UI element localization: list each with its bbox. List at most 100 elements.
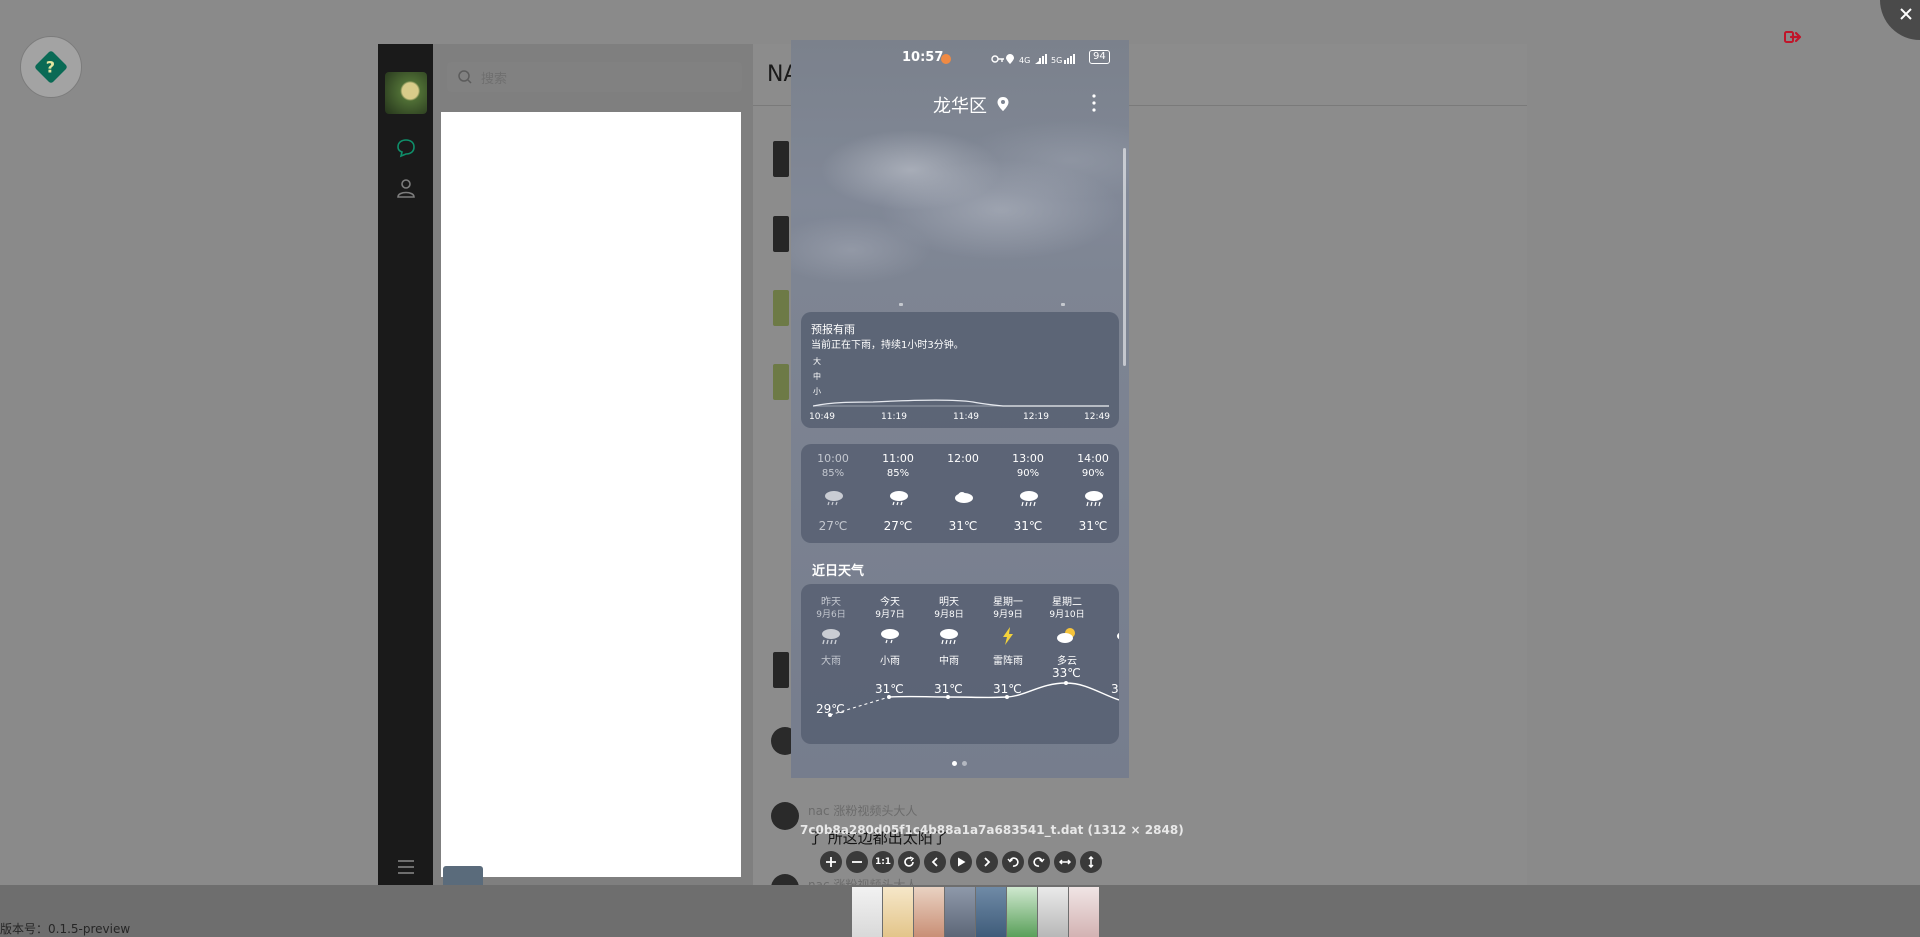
hour-temperature: 27℃: [818, 519, 848, 533]
rain-time-label: 10:49: [809, 412, 835, 422]
day-condition: 大雨: [821, 656, 841, 667]
precipitation-card: 预报有雨 当前正在下雨，持续1小时3分钟。 大 中 小 10:49 11:19 …: [801, 312, 1119, 428]
contact-icon[interactable]: [395, 177, 417, 199]
image-message-thumb[interactable]: [773, 141, 789, 177]
phone-status-bar: 10:57 4G 5G 94: [791, 48, 1129, 68]
daily-item: 星期一 9月9日 雷阵雨: [978, 584, 1038, 680]
rotate-right-button[interactable]: [1028, 851, 1050, 873]
battery-indicator: 94: [1089, 50, 1110, 64]
day-temperature-label: 31℃: [993, 682, 1022, 696]
status-time: 10:57: [902, 50, 944, 65]
hour-time: 14:00: [1077, 452, 1109, 465]
location-bar: 龙华区: [791, 90, 1129, 120]
hour-time: 12:00: [947, 452, 979, 465]
next-button[interactable]: [976, 851, 998, 873]
day-condition: 中雨: [939, 656, 959, 667]
day-name: 星期一: [993, 597, 1023, 608]
zoom-in-icon: [826, 857, 836, 867]
zoom-out-button[interactable]: [846, 851, 868, 873]
actual-size-label: 1:1: [874, 857, 892, 867]
rain-time-label: 11:49: [953, 412, 979, 422]
search-box[interactable]: 搜索: [447, 62, 742, 92]
day-name: 今天: [880, 597, 900, 608]
daily-forecast-card: 昨天 9月6日 大雨 今天 9月7日 小雨 明天 9月8日 中雨 星期一 9月9…: [801, 584, 1119, 744]
reset-button[interactable]: [898, 851, 920, 873]
daily-item: 星 9月: [1096, 584, 1119, 680]
hourly-item: 13:00 90% 31℃: [1003, 444, 1053, 543]
hour-time: 11:00: [882, 452, 914, 465]
day-condition: 小雨: [880, 656, 900, 667]
hour-time: 10:00: [817, 452, 849, 465]
rain-cloud-icon: [1020, 491, 1038, 507]
image-message-thumb[interactable]: [773, 652, 789, 688]
phone-scrollbar: [1123, 148, 1126, 366]
image-message-thumb[interactable]: [773, 290, 789, 326]
day-condition: 雷阵雨: [993, 656, 1023, 667]
play-icon: [958, 857, 966, 867]
day-date: 9月10日: [1049, 610, 1085, 620]
help-icon: ?: [34, 50, 68, 84]
help-button[interactable]: ?: [20, 36, 82, 98]
rain-intensity-chart: [813, 399, 1109, 407]
more-options-icon: [1092, 94, 1096, 112]
play-button[interactable]: [950, 851, 972, 873]
menu-icon[interactable]: [396, 858, 416, 876]
logout-icon[interactable]: [1784, 30, 1802, 44]
light-rain-icon: [881, 629, 899, 644]
moderate-rain-icon: [940, 629, 958, 645]
hour-rain-probability: 90%: [1016, 468, 1040, 479]
sender-avatar[interactable]: [771, 802, 799, 830]
screenshot-image: 10:57 4G 5G 94 龙华区 预报有雨 当前正在下雨，持续1小时3分钟。…: [791, 40, 1129, 778]
day-name: 星期二: [1052, 597, 1082, 608]
image-message-thumb[interactable]: [773, 364, 789, 400]
sky-detail: [899, 303, 903, 306]
partly-cloudy-icon: [1057, 628, 1075, 643]
thumbnail[interactable]: [1069, 887, 1099, 937]
hour-temperature: 31℃: [948, 519, 978, 533]
image-message-thumb[interactable]: [773, 216, 789, 252]
day-name: 明天: [939, 597, 959, 608]
hour-temperature: 31℃: [1078, 519, 1108, 533]
hourly-forecast-card: 10:00 85% 27℃ 11:00 85% 27℃ 12:00 31℃ 13…: [801, 444, 1119, 543]
conversation-list: 搜索: [433, 44, 753, 894]
search-input[interactable]: 搜索: [481, 68, 507, 87]
thumbnail[interactable]: [1007, 887, 1037, 937]
thumbnail[interactable]: [914, 887, 944, 937]
svg-text:5G: 5G: [1051, 56, 1062, 65]
actual-size-button[interactable]: 1:1: [872, 851, 894, 873]
notification-badge-icon: [941, 54, 951, 64]
thumbnail[interactable]: [1038, 887, 1068, 937]
thumbnail[interactable]: [852, 887, 882, 937]
rotate-left-button[interactable]: [1002, 851, 1024, 873]
day-date: 9月: [1096, 607, 1120, 620]
zoom-in-button[interactable]: [820, 851, 842, 873]
rain-cloud-icon: [1085, 491, 1103, 507]
rotate-left-icon: [1007, 857, 1019, 867]
chat-icon[interactable]: [395, 137, 417, 159]
thumbnail[interactable]: [883, 887, 913, 937]
hour-time: 13:00: [1012, 452, 1044, 465]
user-avatar[interactable]: [385, 72, 427, 114]
thumbnail-active[interactable]: [945, 887, 975, 937]
rain-cloud-icon: [890, 491, 908, 506]
flip-horizontal-button[interactable]: [1054, 851, 1076, 873]
hourly-item: 14:00 90% 31℃: [1068, 444, 1118, 543]
flip-vertical-button[interactable]: [1080, 851, 1102, 873]
hourly-item: 11:00 85% 27℃: [873, 444, 923, 543]
thumbnail[interactable]: [976, 887, 1006, 937]
day-temperature-label: 31℃: [875, 682, 904, 696]
close-viewer-button[interactable]: [1880, 0, 1920, 40]
rain-time-label: 11:19: [881, 412, 907, 422]
daily-item: 今天 9月7日 小雨: [860, 584, 920, 680]
rain-time-label: 12:19: [1023, 412, 1049, 422]
prev-button[interactable]: [924, 851, 946, 873]
hour-rain-probability: 85%: [821, 468, 845, 479]
zoom-out-icon: [852, 861, 862, 863]
day-name: 昨天: [821, 597, 841, 608]
flip-horizontal-icon: [1059, 859, 1071, 865]
svg-text:4G: 4G: [1019, 56, 1030, 65]
cloud-icon: [1117, 632, 1119, 640]
message-sender: nac 涨粉视频头大人: [808, 804, 918, 818]
daily-item: 昨天 9月6日 大雨: [801, 584, 861, 680]
day-date: 9月7日: [875, 610, 905, 620]
